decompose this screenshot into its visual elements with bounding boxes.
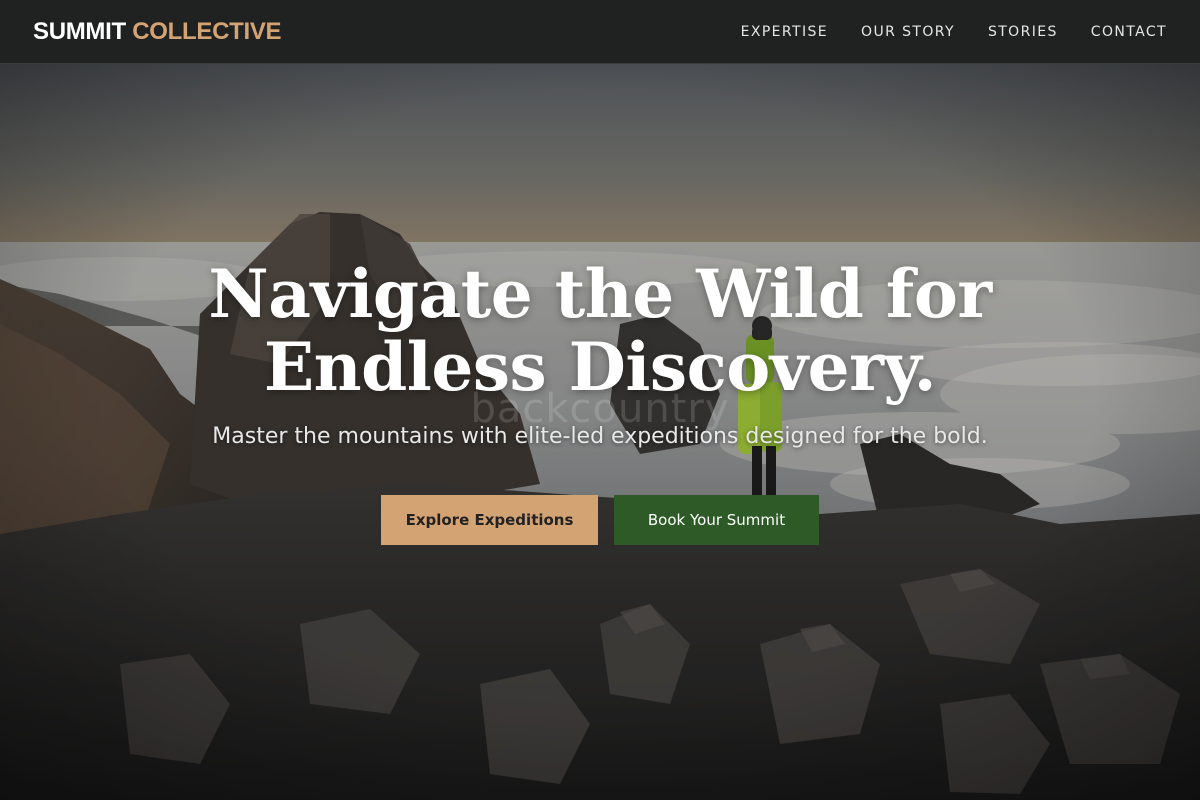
hero-subheadline: Master the mountains with elite-led expe…: [212, 424, 988, 449]
headline-line-2: Endless Discovery.: [263, 328, 937, 406]
book-your-summit-button[interactable]: Book Your Summit: [614, 495, 819, 545]
landing-page: SUMMIT COLLECTIVE EXPERTISE OUR STORY ST…: [0, 0, 1200, 800]
nav-link-expertise[interactable]: EXPERTISE: [741, 24, 828, 40]
hero-section: backcountry Navigate the Wild for Endles…: [0, 64, 1200, 800]
hero-headline: Navigate the Wild for Endless Discovery.: [0, 258, 1200, 404]
nav-link-our-story[interactable]: OUR STORY: [861, 24, 955, 40]
brand-logo[interactable]: SUMMIT COLLECTIVE: [33, 17, 282, 46]
main-nav: EXPERTISE OUR STORY STORIES CONTACT: [741, 24, 1167, 40]
brand-primary: SUMMIT: [33, 17, 126, 45]
hero-cta-group: Explore Expeditions Book Your Summit: [0, 495, 1200, 545]
brand-accent: COLLECTIVE: [132, 17, 282, 45]
explore-expeditions-button[interactable]: Explore Expeditions: [381, 495, 598, 545]
nav-link-stories[interactable]: STORIES: [988, 24, 1058, 40]
nav-link-contact[interactable]: CONTACT: [1091, 24, 1167, 40]
headline-line-1: Navigate the Wild for: [208, 255, 992, 333]
site-header: SUMMIT COLLECTIVE EXPERTISE OUR STORY ST…: [0, 0, 1200, 64]
